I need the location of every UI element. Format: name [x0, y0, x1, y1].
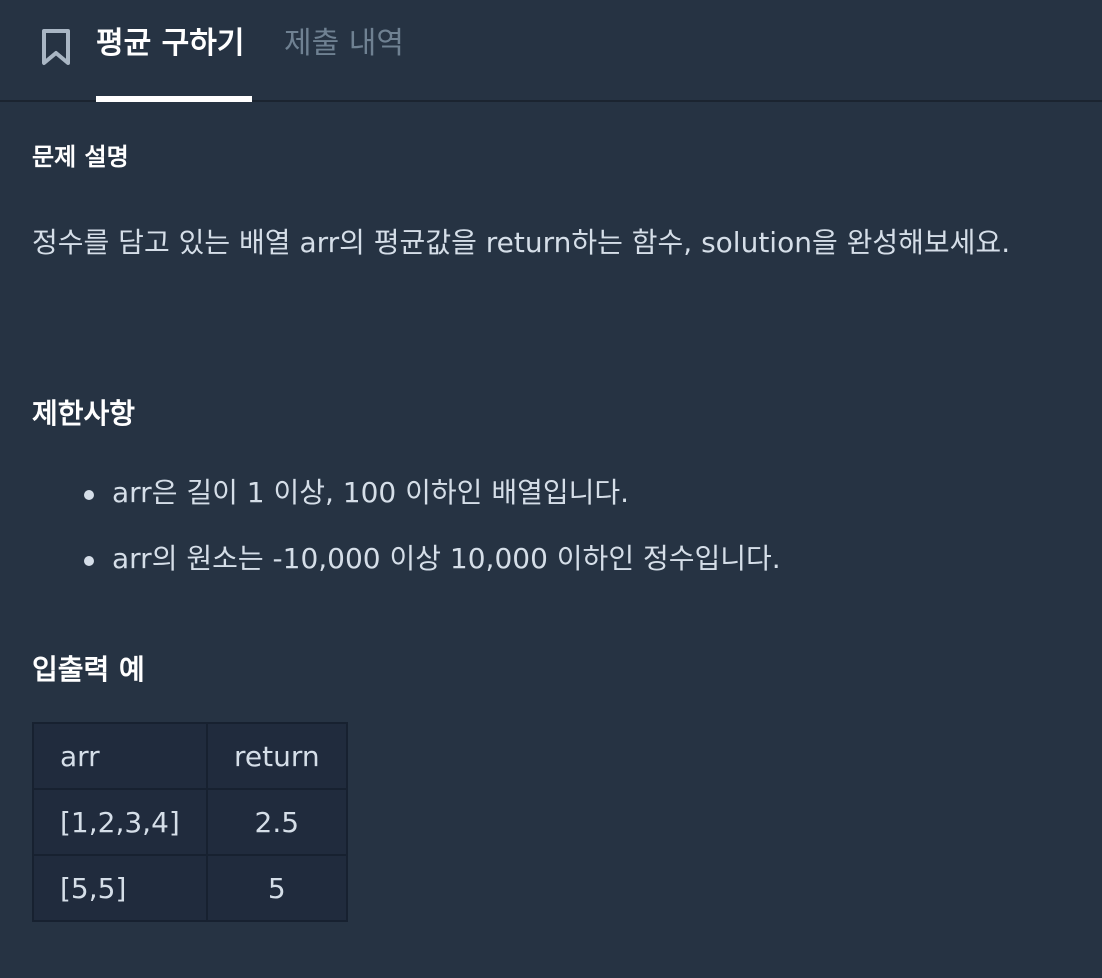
active-tab-indicator: [96, 96, 252, 102]
examples-title: 입출력 예: [32, 653, 145, 686]
table-row: [5,5] 5: [32, 854, 348, 922]
table-cell: 5: [205, 854, 348, 922]
table-cell: [1,2,3,4]: [32, 788, 208, 856]
constraints-list: arr은 길이 1 이상, 100 이하인 배열입니다. arr의 원소는 -1…: [84, 460, 781, 592]
tab-problem[interactable]: 평균 구하기: [96, 24, 244, 64]
table-cell: [5,5]: [32, 854, 208, 922]
table-row: [1,2,3,4] 2.5: [32, 788, 348, 856]
column-header-return: return: [205, 722, 348, 790]
table-header-row: arr return: [32, 722, 348, 790]
constraint-item: arr은 길이 1 이상, 100 이하인 배열입니다.: [84, 460, 781, 526]
problem-description: 정수를 담고 있는 배열 arr의 평균값을 return하는 함수, solu…: [32, 226, 1011, 259]
constraint-item: arr의 원소는 -10,000 이상 10,000 이하인 정수입니다.: [84, 526, 781, 592]
bookmark-icon[interactable]: [40, 28, 72, 66]
table-cell: 2.5: [205, 788, 348, 856]
tab-submissions[interactable]: 제출 내역: [284, 24, 404, 64]
column-header-arr: arr: [32, 722, 208, 790]
problem-header: 평균 구하기 제출 내역: [0, 0, 1102, 102]
description-title: 문제 설명: [32, 143, 129, 171]
examples-table: arr return [1,2,3,4] 2.5 [5,5] 5: [32, 722, 348, 922]
constraints-title: 제한사항: [32, 397, 136, 430]
